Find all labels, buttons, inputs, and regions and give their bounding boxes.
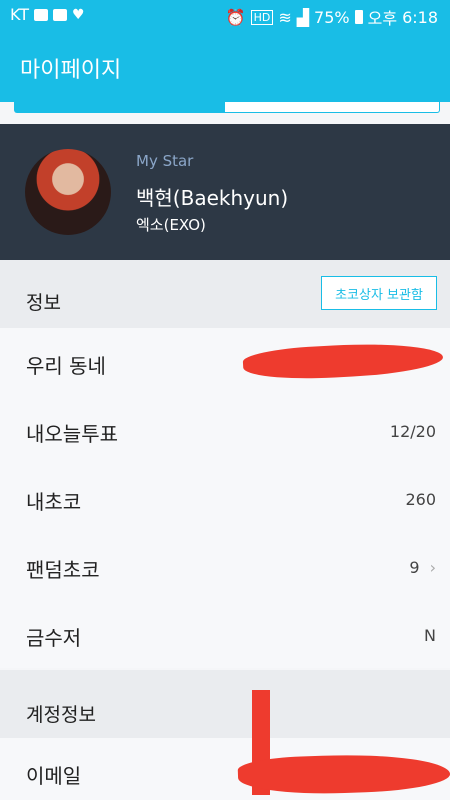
ampm-label: 오후 bbox=[367, 9, 398, 28]
carrier-label: KT bbox=[10, 5, 30, 24]
hd-icon: HD bbox=[250, 9, 274, 25]
my-star-card[interactable]: My Star 백현(Baekhyun) 엑소(EXO) bbox=[0, 124, 450, 260]
tab-strip[interactable] bbox=[14, 102, 440, 113]
section-title: 계정정보 bbox=[26, 704, 96, 726]
account-section-header: 계정정보 bbox=[0, 670, 450, 738]
list-item-fandom-choco[interactable]: 팬덤초코 9 › bbox=[0, 532, 450, 600]
signal-icon: ▟ bbox=[296, 7, 310, 27]
page-title: 마이페이지 bbox=[20, 58, 122, 83]
row-value: N bbox=[424, 626, 436, 645]
row-value: 12/20 bbox=[389, 422, 436, 441]
heart-notification-icon: ♥ bbox=[72, 6, 85, 23]
alarm-icon: ⏰ bbox=[225, 7, 246, 27]
battery-percent: 75% bbox=[314, 7, 350, 27]
star-group: 엑소(EXO) bbox=[136, 216, 206, 234]
row-value: 9 bbox=[409, 558, 420, 577]
app-bar: 마이페이지 bbox=[0, 32, 450, 102]
row-label: 내초코 bbox=[26, 490, 82, 514]
row-label: 팬덤초코 bbox=[26, 558, 100, 582]
tab-active-indicator[interactable] bbox=[15, 102, 225, 112]
image-notification-icon bbox=[34, 8, 49, 21]
section-title: 정보 bbox=[26, 292, 61, 314]
list-item-gold-spoon[interactable]: 금수저 N bbox=[0, 600, 450, 668]
battery-icon bbox=[354, 10, 363, 24]
row-value-with-chevron: 9 › bbox=[409, 558, 436, 577]
my-star-label: My Star bbox=[136, 152, 194, 170]
row-label: 내오늘투표 bbox=[26, 422, 118, 446]
status-bar: KT ♥ ⏰ HD ≋ ▟ 75% 오후 6:18 bbox=[0, 0, 450, 32]
list-item-today-vote[interactable]: 내오늘투표 12/20 bbox=[0, 396, 450, 464]
list-item-my-choco[interactable]: 내초코 260 bbox=[0, 464, 450, 532]
chevron-right-icon: › bbox=[429, 558, 436, 577]
choco-box-button[interactable]: 초코상자 보관함 bbox=[321, 276, 437, 310]
row-value: 260 bbox=[405, 490, 436, 509]
row-label: 이메일 bbox=[26, 764, 82, 788]
star-name: 백현(Baekhyun) bbox=[136, 186, 289, 210]
info-section-header: 정보 초코상자 보관함 bbox=[0, 260, 450, 328]
time-label: 6:18 bbox=[402, 7, 438, 27]
row-label: 금수저 bbox=[26, 626, 82, 650]
mail-notification-icon bbox=[53, 8, 68, 21]
row-label: 우리 동네 bbox=[26, 354, 106, 378]
wifi-icon: ≋ bbox=[278, 7, 292, 27]
avatar bbox=[25, 149, 111, 235]
